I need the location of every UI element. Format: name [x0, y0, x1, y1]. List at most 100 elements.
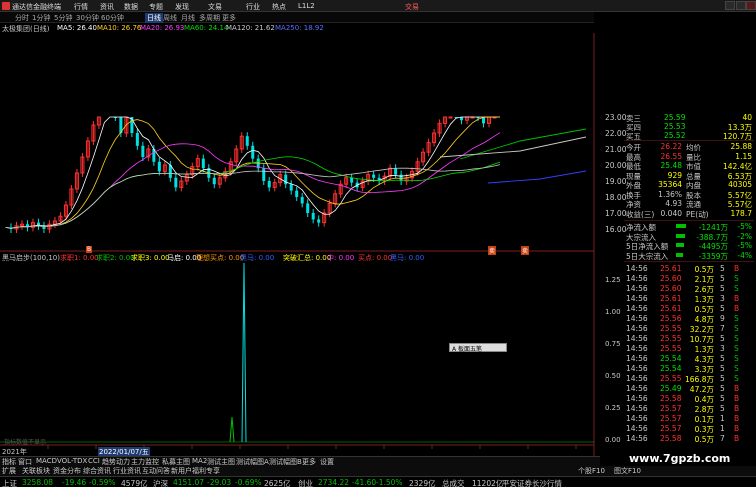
tab-kuozhan[interactable]: 扩展 [2, 466, 16, 476]
menu-item-hangqing[interactable]: 行情 [74, 2, 88, 12]
status-item: -0.69% [235, 478, 262, 487]
menu-item-redian[interactable]: 热点 [272, 2, 286, 12]
tick-price: 25.54 [660, 354, 682, 363]
tick-price: 25.60 [660, 284, 682, 293]
minimize-button[interactable] [725, 1, 735, 10]
tick-count: 7 [720, 434, 725, 443]
stat-value: 178.7 [730, 208, 752, 218]
menu-item-faxian[interactable]: 发现 [175, 2, 189, 12]
chart-canvas[interactable] [0, 33, 600, 456]
close-button[interactable] [746, 1, 756, 10]
status-item: -1.50% [376, 478, 403, 487]
tick-count: 3 [720, 344, 725, 353]
trade-button[interactable]: 交易 [405, 2, 419, 12]
period-weekly[interactable]: 周线 [163, 13, 177, 23]
candle-body [372, 174, 376, 178]
candle-body [141, 145, 145, 157]
tick-side: B [734, 294, 740, 303]
period-more[interactable]: 更多 [222, 13, 236, 23]
stat-label: 收益(三) [626, 209, 655, 219]
tick-side: B [734, 304, 740, 313]
candle-body [350, 177, 354, 183]
tab-f10-gegu[interactable]: 个股F10 [578, 466, 605, 476]
tick-count: 5 [720, 274, 725, 283]
period-60min[interactable]: 60分钟 [101, 13, 124, 23]
tab-vol-tdx[interactable]: VOL-TDX [57, 457, 87, 465]
indicator-value: 买点: 0.00 [358, 254, 393, 262]
period-fenshi[interactable]: 分时 [15, 13, 29, 23]
ma10-value: MA10: 26.76 [97, 24, 142, 32]
tick-price: 25.55 [660, 334, 682, 343]
candle-body [448, 116, 453, 119]
period-daily[interactable]: 日线 [145, 13, 163, 23]
candle-body [267, 181, 271, 188]
indicator-value: 突破汇总: 0.00 [283, 254, 332, 262]
tick-side: S [734, 324, 739, 333]
tab-hangye-zixun[interactable]: 行业资讯 [113, 466, 141, 476]
signal-badge-b[interactable]: B [86, 246, 93, 253]
app-logo-icon [2, 2, 10, 10]
tick-price: 25.55 [660, 324, 682, 333]
menu-item-zixun[interactable]: 资讯 [100, 2, 114, 12]
candle-body [317, 219, 321, 223]
tab-macd[interactable]: MACD [36, 457, 57, 465]
tick-time: 14:56 [626, 264, 648, 273]
tick-side: B [734, 434, 740, 443]
tick-price: 25.60 [660, 274, 682, 283]
tab-f10-tuwen[interactable]: 图文F10 [614, 466, 641, 476]
tick-side: B [734, 384, 740, 393]
tab-newuser[interactable]: 新用户福利专享 [171, 466, 220, 476]
tab-zonghe[interactable]: 综合资讯 [83, 466, 111, 476]
menu-item-zhuanti[interactable]: 专题 [149, 2, 163, 12]
indicator-name[interactable]: 黑马启步(100,10) [2, 253, 60, 263]
status-item: -19.46 [62, 478, 87, 487]
candle-body [212, 177, 216, 185]
stat-value: 0.040 [660, 208, 682, 218]
tab-zijin[interactable]: 资金分布 [53, 466, 81, 476]
period-1min[interactable]: 1分钟 [32, 13, 50, 23]
book-price: 25.59 [664, 113, 686, 122]
tick-time: 14:56 [626, 344, 648, 353]
status-item: 创业 [298, 479, 313, 487]
tab-ma2[interactable]: MA2 [192, 457, 207, 465]
tick-time: 14:56 [626, 394, 648, 403]
tick-side: B [734, 424, 740, 433]
tick-side: B [734, 394, 740, 403]
tick-count: 5 [720, 354, 725, 363]
tick-side: S [734, 344, 739, 353]
maximize-button[interactable] [736, 1, 746, 10]
ma120-value: MA120: 21.62 [226, 24, 275, 32]
period-30min[interactable]: 30分钟 [76, 13, 99, 23]
tick-count: 5 [720, 374, 725, 383]
tab-hudong[interactable]: 互动问答 [142, 466, 170, 476]
candle-body [135, 133, 139, 146]
menu-item-wenyi[interactable]: 文易 [208, 2, 222, 12]
stat-value: 35364 [658, 180, 682, 189]
tick-time: 14:56 [626, 304, 648, 313]
status-item: 11202亿 [472, 479, 504, 487]
status-item: 平安证券长沙行情 [502, 479, 562, 487]
menu-item-shuju[interactable]: 数据 [124, 2, 138, 12]
tick-side: S [734, 374, 739, 383]
period-5min[interactable]: 5分钟 [54, 13, 72, 23]
menu-item-hangye[interactable]: 行业 [246, 2, 260, 12]
status-bar: 上证 3258.08 -19.46 -0.59% 4579亿 沪深 4151.07 -29.0… [0, 476, 756, 487]
menu-item-l1l2[interactable]: L1L2 [298, 2, 315, 10]
period-multi[interactable]: 多周期 [199, 13, 220, 23]
tick-price: 25.58 [660, 394, 682, 403]
period-monthly[interactable]: 月线 [181, 13, 195, 23]
tick-price: 25.57 [660, 424, 682, 433]
tick-time: 14:56 [626, 414, 648, 423]
tick-side: S [734, 274, 739, 283]
indicator-axis-tick: 0.00 [605, 436, 621, 444]
candle-body [284, 174, 288, 185]
status-item: 2329亿 [409, 479, 436, 487]
tab-guanlian[interactable]: 关联板块 [22, 466, 50, 476]
book-price: 25.52 [664, 131, 686, 140]
tick-side: S [734, 334, 739, 343]
panel-popup[interactable]: A 板面五笔 [449, 343, 507, 353]
status-item: -29.03 [207, 478, 232, 487]
tab-cci[interactable]: CCI [88, 457, 100, 465]
indicator-value: 中: 0.00 [327, 254, 355, 262]
tick-count: 5 [720, 384, 725, 393]
